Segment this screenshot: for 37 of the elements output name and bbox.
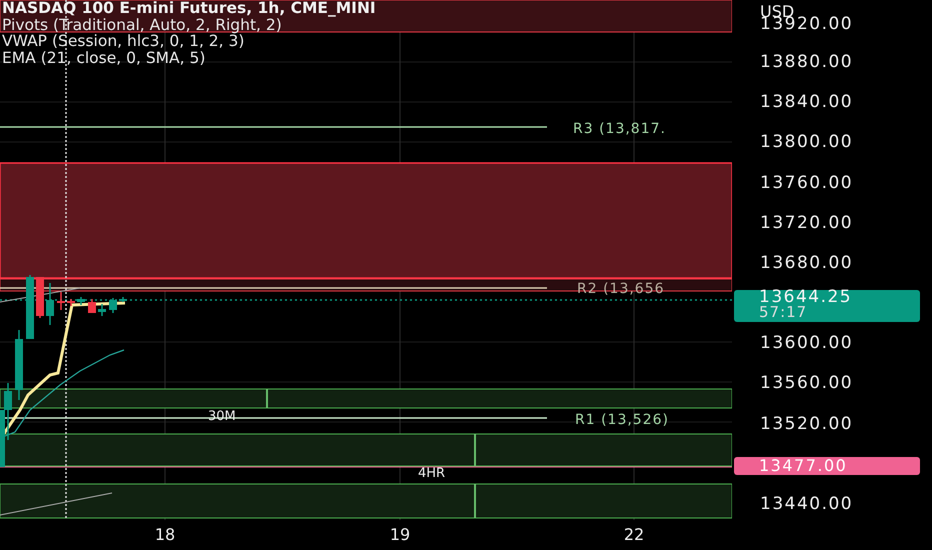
time-label: 22 xyxy=(622,525,646,544)
pivot-label: R1 (13,526) xyxy=(575,412,669,428)
last-price: 13644.25 xyxy=(759,290,854,305)
price-tick: 13560.00 xyxy=(760,373,854,394)
price-tick: 13600.00 xyxy=(760,333,854,354)
bar-countdown: 57:17 xyxy=(759,305,808,320)
price-tick: 13760.00 xyxy=(760,172,854,193)
price-marker: 13477.00 xyxy=(734,457,920,475)
indicator-label[interactable]: VWAP (Session, hlc3, 0, 1, 2, 3) xyxy=(2,33,244,50)
candle xyxy=(77,297,85,305)
candle xyxy=(88,299,96,313)
price-tick: 13440.00 xyxy=(760,494,854,514)
indicator-label[interactable]: Pivots (Traditional, Auto, 2, Right, 2) xyxy=(2,16,282,33)
candle xyxy=(119,297,127,302)
candle xyxy=(36,277,44,318)
candle xyxy=(46,283,54,325)
price-tick: 13840.00 xyxy=(760,92,854,112)
pivot-label: R3 (13,817. xyxy=(573,121,666,137)
zone-divider xyxy=(266,389,268,408)
time-label: 18 xyxy=(154,525,176,544)
candle xyxy=(109,298,117,313)
candle xyxy=(67,299,75,306)
price-tick: 13520.00 xyxy=(760,414,854,434)
zone-label: 4HR xyxy=(418,466,446,481)
price-tick: 13680.00 xyxy=(760,252,854,273)
zone-divider xyxy=(474,484,476,518)
indicator-label[interactable]: EMA (21, close, 0, SMA, 5) xyxy=(2,50,206,66)
candle xyxy=(15,330,23,400)
price-tick: 13880.00 xyxy=(760,52,854,72)
zone-divider xyxy=(474,434,476,466)
time-label: 19 xyxy=(388,525,412,544)
price-tick: 13720.00 xyxy=(760,212,854,233)
candle xyxy=(26,275,34,339)
price-tick: 13800.00 xyxy=(760,132,854,152)
candle xyxy=(98,304,106,316)
chart-title: NASDAQ 100 E-mini Futures, 1h, CME_MINI xyxy=(2,0,376,16)
candle xyxy=(57,292,65,310)
